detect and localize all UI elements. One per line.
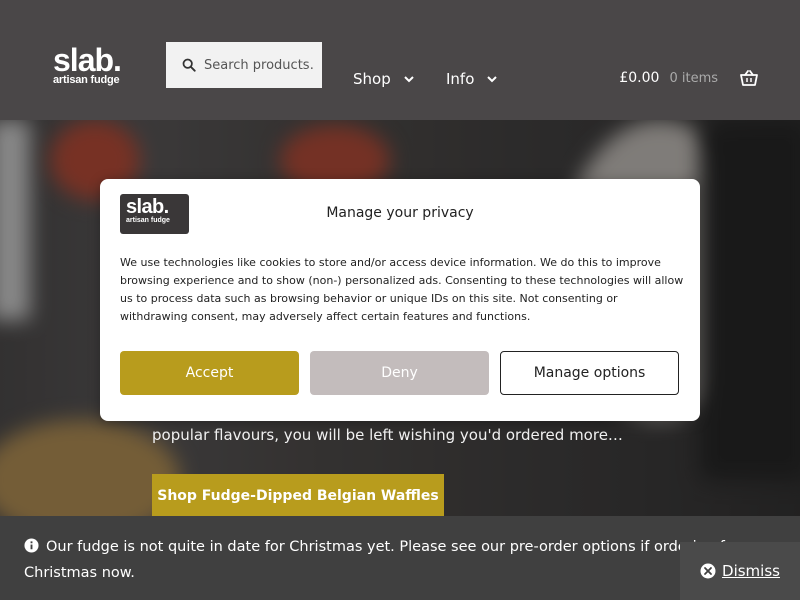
shop-waffles-button[interactable]: Shop Fudge-Dipped Belgian Waffles <box>152 474 444 516</box>
accept-button[interactable]: Accept <box>120 351 299 395</box>
modal-title: Manage your privacy <box>100 205 700 221</box>
site-header: slab. artisan fudge Shop Info £0.00 0 it… <box>0 0 800 120</box>
nav-shop-label: Shop <box>353 70 391 88</box>
store-notice-text: Our fudge is not quite in date for Chris… <box>24 539 740 581</box>
dismiss-notice-button[interactable]: Dismiss <box>680 542 800 600</box>
cart-amount: £0.00 <box>619 70 660 86</box>
nav-info[interactable]: Info <box>446 70 498 88</box>
logo-wordmark: slab. <box>53 42 122 78</box>
nav-shop[interactable]: Shop <box>353 70 415 88</box>
info-icon <box>24 538 39 553</box>
hero-text: popular flavours, you will be left wishi… <box>152 426 623 444</box>
modal-body: We use technologies like cookies to stor… <box>120 256 684 323</box>
dismiss-label: Dismiss <box>722 562 780 580</box>
manage-options-button[interactable]: Manage options <box>500 351 679 395</box>
nav-info-label: Info <box>446 70 475 88</box>
cart-count: 0 items <box>669 70 718 86</box>
deny-button[interactable]: Deny <box>310 351 489 395</box>
basket-icon <box>740 70 758 86</box>
search-icon[interactable] <box>182 58 196 72</box>
store-notice-text-wrap: Our fudge is not quite in date for Chris… <box>24 534 784 586</box>
header-cart[interactable]: £0.00 0 items <box>619 70 758 86</box>
logo-tagline: artisan fudge <box>53 74 120 86</box>
search-input[interactable] <box>204 57 314 73</box>
close-icon <box>700 563 716 579</box>
chevron-down-icon <box>487 76 498 83</box>
chevron-down-icon <box>404 76 414 83</box>
product-search <box>166 42 322 88</box>
store-notice: Our fudge is not quite in date for Chris… <box>0 516 800 600</box>
privacy-modal: slab. artisan fudge Manage your privacy … <box>100 179 700 421</box>
modal-title-text: Manage your privacy <box>326 205 474 221</box>
site-logo[interactable]: slab. artisan fudge <box>53 42 122 86</box>
